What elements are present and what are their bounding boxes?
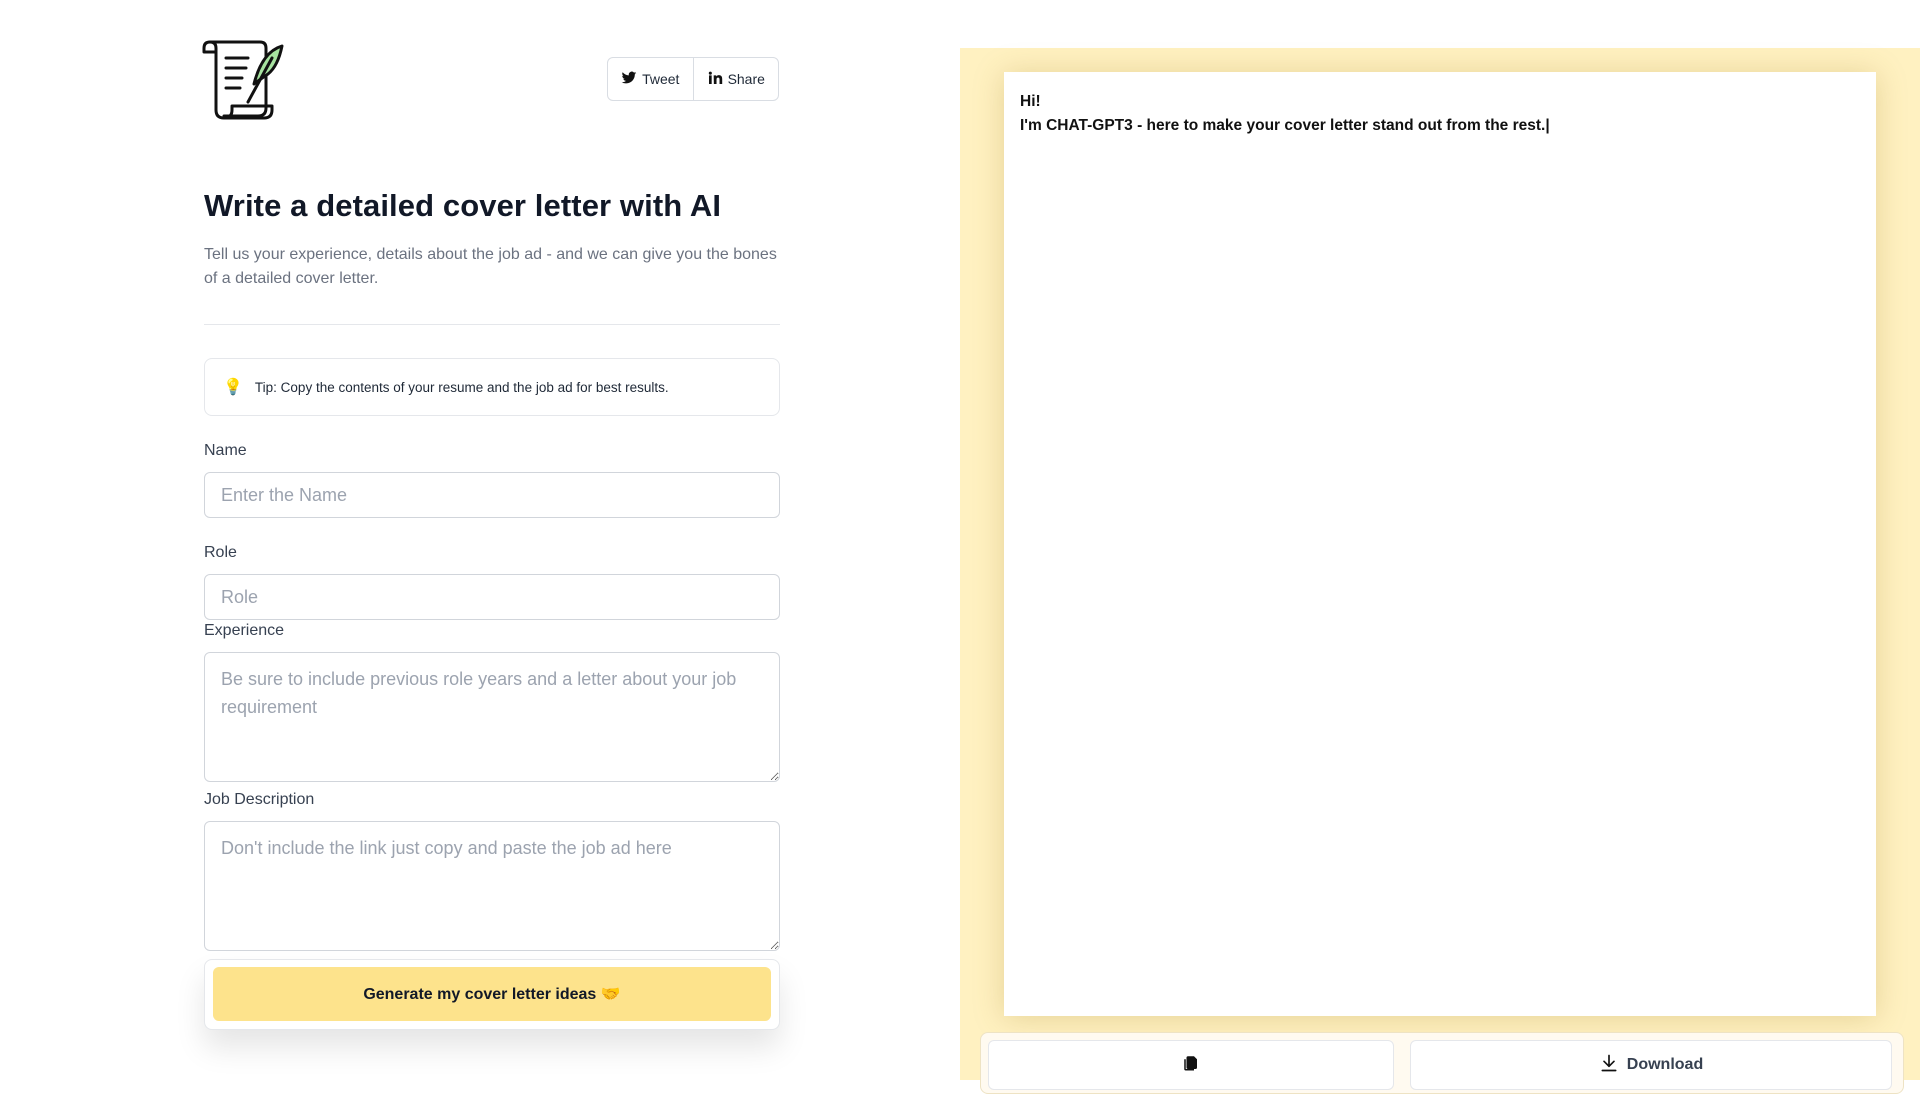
copy-button[interactable] [988,1040,1394,1090]
page-title: Write a detailed cover letter with AI [204,188,722,223]
linkedin-share-button[interactable]: Share [692,58,779,100]
role-label: Role [204,544,237,561]
share-button-group: Tweet Share [607,57,779,101]
download-label: Download [1626,1056,1704,1073]
page-subtitle: Tell us your experience, details about t… [204,246,777,287]
tweet-button[interactable]: Tweet [608,58,693,100]
name-label: Name [204,442,247,459]
download-icon [1599,1053,1619,1078]
output-message: I'm CHAT-GPT3 - here to make your cover … [1020,117,1550,134]
twitter-icon [621,70,637,89]
job-description-label: Job Description [204,791,315,808]
tip-box: 💡 Tip: Copy the contents of your resume … [204,358,780,416]
tweet-label: Tweet [642,71,680,87]
cover-letter-output: Hi! I'm CHAT-GPT3 - here to make your co… [1004,72,1876,1016]
generate-button-container: Generate my cover letter ideas 🤝 [204,959,780,1030]
role-input[interactable] [204,574,780,620]
linkedin-icon [707,70,723,89]
generate-button[interactable]: Generate my cover letter ideas 🤝 [213,967,771,1021]
experience-textarea[interactable] [204,652,780,782]
experience-label: Experience [204,622,285,639]
scroll-quill-logo [202,38,286,122]
share-label: Share [727,71,765,87]
output-greeting: Hi! [1020,93,1041,110]
divider [204,324,780,325]
copy-icon [1182,1054,1200,1077]
lightbulb-icon: 💡 [223,379,243,396]
job-description-textarea[interactable] [204,821,780,951]
download-button[interactable]: Download [1410,1040,1892,1090]
name-input[interactable] [204,472,780,518]
tip-text: Tip: Copy the contents of your resume an… [254,379,669,395]
